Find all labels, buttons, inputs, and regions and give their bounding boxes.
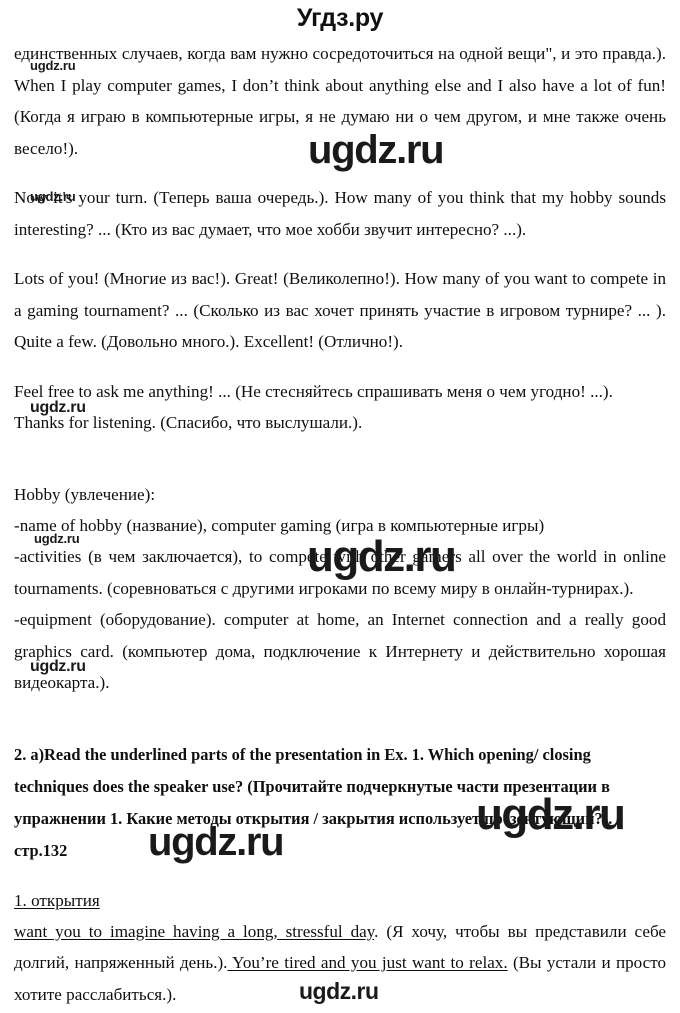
hobby-heading: Hobby (увлечение):	[14, 484, 156, 504]
paragraph-3: Lots of you! (Многие из вас!). Great! (В…	[14, 269, 666, 351]
answer-label: 1. открытия	[14, 885, 666, 916]
paragraph-4: Feel free to ask me anything! ... (Не ст…	[14, 381, 613, 433]
paragraph-2: Now it's your turn. (Теперь ваша очередь…	[14, 188, 666, 239]
answer-underline-2: You’re tired and you just want to relax.	[227, 953, 508, 972]
answer-label-text: 1. открытия	[14, 890, 100, 910]
hobby-line-equipment: -equipment (оборудование). computer at h…	[14, 610, 666, 692]
answer-underline-1: want you to imagine having a long, stres…	[14, 921, 375, 941]
answer-text: want you to imagine having a long, stres…	[14, 916, 666, 1011]
document-body: единственных случаев, когда вам нужно со…	[14, 38, 666, 1010]
hobby-line-name: -name of hobby (название), computer gami…	[14, 515, 545, 535]
hobby-line-activities: -activities (в чем заключается), to comp…	[14, 547, 666, 598]
task-2a-prompt: 2. a)Read the underlined parts of the pr…	[14, 744, 613, 860]
paragraph-1: единственных случаев, когда вам нужно со…	[14, 44, 666, 158]
site-header-logo: Угдз.ру	[296, 4, 384, 32]
